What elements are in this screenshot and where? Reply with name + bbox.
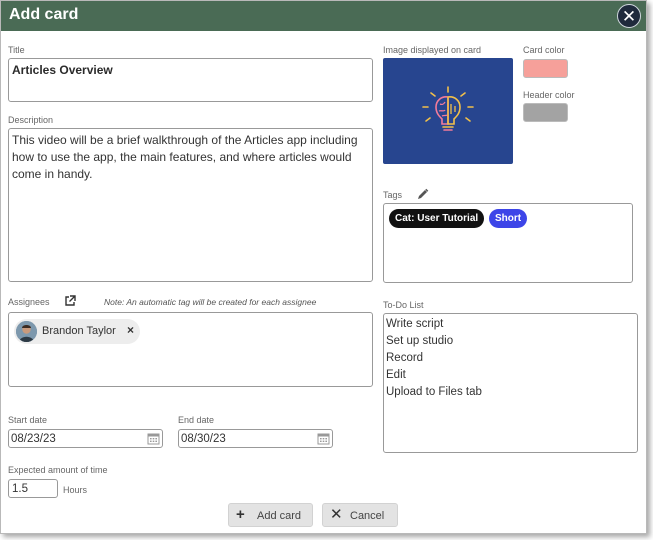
end-date-label: End date (178, 415, 215, 425)
card-color-swatch[interactable] (523, 59, 568, 78)
description-label: Description (8, 115, 54, 125)
header-color-label: Header color (523, 90, 575, 100)
expected-time-label: Expected amount of time (8, 465, 108, 475)
todo-label: To-Do List (383, 300, 424, 310)
avatar (16, 321, 37, 342)
description-value: This video will be a brief walkthrough o… (12, 133, 358, 181)
tags-box[interactable]: Cat: User Tutorial Short (383, 203, 633, 283)
title-value: Articles Overview (12, 63, 113, 77)
remove-assignee-button[interactable]: × (127, 323, 134, 337)
tag-chip[interactable]: Cat: User Tutorial (389, 209, 485, 228)
plus-icon: + (236, 506, 245, 523)
assignees-label: Assignees (8, 297, 50, 307)
hours-unit: Hours (63, 485, 88, 495)
todo-item: Upload to Files tab (386, 386, 482, 398)
title-input[interactable]: Articles Overview (8, 58, 373, 102)
calendar-icon[interactable] (317, 432, 330, 445)
start-date-value: 08/23/23 (11, 433, 56, 445)
end-date-value: 08/30/23 (181, 433, 226, 445)
start-date-label: Start date (8, 415, 48, 425)
todo-item: Set up studio (386, 335, 454, 347)
tag-chip[interactable]: Short (489, 209, 528, 228)
tags-label: Tags (383, 190, 403, 200)
add-card-button[interactable]: + Add card (228, 503, 313, 527)
title-label: Title (8, 45, 25, 55)
dialog-title: Add card (9, 6, 79, 23)
todo-item: Write script (386, 318, 444, 330)
assignee-note: Note: An automatic tag will be created f… (104, 297, 317, 307)
dialog-titlebar: Add card ✕ (1, 1, 646, 31)
card-image[interactable] (383, 58, 513, 164)
expected-time-value: 1.5 (12, 483, 28, 495)
todo-item: Edit (386, 369, 406, 381)
end-date-input[interactable]: 08/30/23 (178, 429, 333, 448)
close-button[interactable]: ✕ (617, 4, 641, 28)
cancel-label: Cancel (350, 510, 385, 522)
description-textarea[interactable]: This video will be a brief walkthrough o… (8, 128, 373, 282)
external-link-icon[interactable] (64, 295, 76, 307)
pencil-icon[interactable] (417, 188, 429, 200)
calendar-icon[interactable] (147, 432, 160, 445)
lightbulb-brain-icon (422, 86, 474, 131)
todo-list-box[interactable]: Write script Set up studio Record Edit U… (383, 313, 638, 453)
add-card-label: Add card (257, 510, 302, 522)
card-color-label: Card color (523, 45, 565, 55)
close-icon: ✕ (621, 7, 637, 26)
assignee-chip: Brandon Taylor × (14, 319, 140, 344)
add-card-dialog: Add card ✕ Title Articles Overview Descr… (0, 0, 647, 534)
image-label: Image displayed on card (383, 45, 482, 55)
todo-item: Record (386, 352, 424, 364)
start-date-input[interactable]: 08/23/23 (8, 429, 163, 448)
expected-time-input[interactable]: 1.5 (8, 479, 58, 498)
assignee-name: Brandon Taylor (42, 325, 116, 337)
header-color-swatch[interactable] (523, 103, 568, 122)
cancel-button[interactable]: ✕ Cancel (322, 503, 398, 527)
close-icon: ✕ (330, 506, 343, 523)
